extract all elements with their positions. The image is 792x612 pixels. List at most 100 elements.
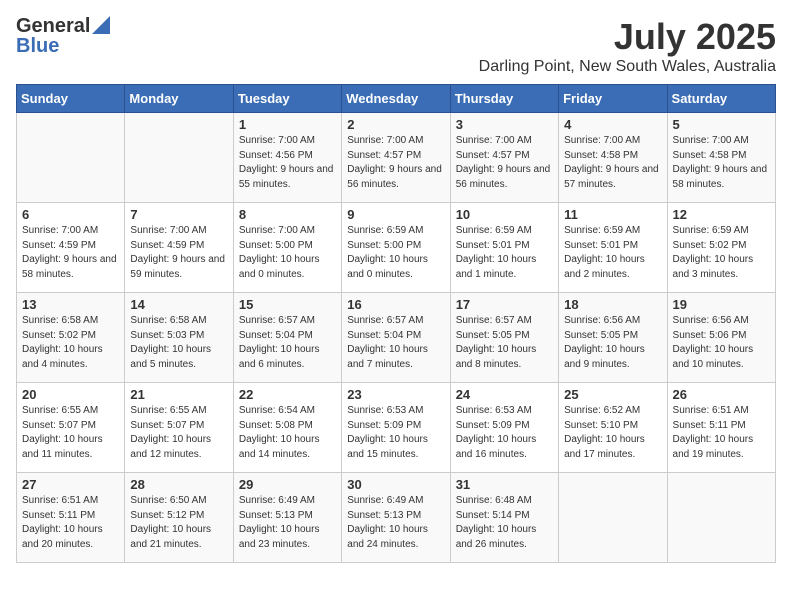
day-number: 27 [22,477,119,492]
location: Darling Point, New South Wales, Australi… [479,58,776,76]
day-info: Sunrise: 7:00 AM Sunset: 4:56 PM Dayligh… [239,134,336,192]
calendar-cell: 21Sunrise: 6:55 AM Sunset: 5:07 PM Dayli… [125,383,233,473]
day-info: Sunrise: 7:00 AM Sunset: 4:58 PM Dayligh… [564,134,661,192]
calendar-week-row: 1 Sunrise: 7:00 AM Sunset: 4:56 PM Daylig… [17,113,776,203]
day-info: Sunrise: 6:54 AM Sunset: 5:08 PM Dayligh… [239,404,336,462]
calendar-cell: 18 Sunrise: 6:56 AM Sunset: 5:05 PM Dayli… [559,293,667,383]
day-info: Sunrise: 6:55 AM Sunset: 5:07 PM Dayligh… [22,404,119,462]
day-info: Sunrise: 6:48 AM Sunset: 5:14 PM Dayligh… [456,494,553,552]
logo-blue-text: Blue [16,35,59,57]
calendar-table: SundayMondayTuesdayWednesdayThursdayFrid… [16,84,776,563]
day-number: 15 [239,297,336,312]
calendar-cell: 31 Sunrise: 6:48 AM Sunset: 5:14 PM Dayli… [450,473,558,563]
calendar-cell [559,473,667,563]
day-number: 25 [564,387,661,402]
calendar-cell: 16Sunrise: 6:57 AM Sunset: 5:04 PM Dayli… [342,293,450,383]
logo-general-text: General [16,16,90,36]
calendar-cell: 13 Sunrise: 6:58 AM Sunset: 5:02 PM Dayli… [17,293,125,383]
day-info: Sunrise: 6:56 AM Sunset: 5:05 PM Dayligh… [564,314,661,372]
logo-icon [92,16,110,34]
column-header-wednesday: Wednesday [342,85,450,113]
calendar-cell: 15 Sunrise: 6:57 AM Sunset: 5:04 PM Dayli… [233,293,341,383]
day-number: 12 [673,207,770,222]
day-number: 31 [456,477,553,492]
day-info: Sunrise: 6:57 AM Sunset: 5:04 PM Dayligh… [239,314,336,372]
day-number: 10 [456,207,553,222]
day-number: 23 [347,387,444,402]
day-number: 1 [239,117,336,132]
calendar-cell: 2 Sunrise: 7:00 AM Sunset: 4:57 PM Daylig… [342,113,450,203]
calendar-cell: 24 Sunrise: 6:53 AM Sunset: 5:09 PM Dayli… [450,383,558,473]
calendar-cell: 19 Sunrise: 6:56 AM Sunset: 5:06 PM Dayli… [667,293,775,383]
page-header: General Blue July 2025 Darling Point, Ne… [16,16,776,76]
calendar-week-row: 13 Sunrise: 6:58 AM Sunset: 5:02 PM Dayli… [17,293,776,383]
column-header-saturday: Saturday [667,85,775,113]
day-info: Sunrise: 7:00 AM Sunset: 4:59 PM Dayligh… [130,224,227,282]
day-info: Sunrise: 6:56 AM Sunset: 5:06 PM Dayligh… [673,314,770,372]
calendar-cell: 27 Sunrise: 6:51 AM Sunset: 5:11 PM Dayli… [17,473,125,563]
calendar-cell: 4 Sunrise: 7:00 AM Sunset: 4:58 PM Daylig… [559,113,667,203]
day-number: 14 [130,297,227,312]
calendar-cell: 10 Sunrise: 6:59 AM Sunset: 5:01 PM Dayli… [450,203,558,293]
calendar-cell: 6 Sunrise: 7:00 AM Sunset: 4:59 PM Daylig… [17,203,125,293]
calendar-header-row: SundayMondayTuesdayWednesdayThursdayFrid… [17,85,776,113]
day-info: Sunrise: 6:59 AM Sunset: 5:01 PM Dayligh… [456,224,553,282]
day-number: 18 [564,297,661,312]
calendar-cell: 23 Sunrise: 6:53 AM Sunset: 5:09 PM Dayli… [342,383,450,473]
day-info: Sunrise: 6:59 AM Sunset: 5:01 PM Dayligh… [564,224,661,282]
day-number: 30 [347,477,444,492]
calendar-week-row: 20 Sunrise: 6:55 AM Sunset: 5:07 PM Dayli… [17,383,776,473]
calendar-cell: 20 Sunrise: 6:55 AM Sunset: 5:07 PM Dayli… [17,383,125,473]
column-header-friday: Friday [559,85,667,113]
day-info: Sunrise: 6:58 AM Sunset: 5:02 PM Dayligh… [22,314,119,372]
day-number: 19 [673,297,770,312]
calendar-week-row: 6 Sunrise: 7:00 AM Sunset: 4:59 PM Daylig… [17,203,776,293]
day-info: Sunrise: 6:50 AM Sunset: 5:12 PM Dayligh… [130,494,227,552]
day-number: 20 [22,387,119,402]
day-number: 3 [456,117,553,132]
day-info: Sunrise: 6:51 AM Sunset: 5:11 PM Dayligh… [673,404,770,462]
day-info: Sunrise: 6:59 AM Sunset: 5:02 PM Dayligh… [673,224,770,282]
calendar-cell: 14 Sunrise: 6:58 AM Sunset: 5:03 PM Dayli… [125,293,233,383]
column-header-tuesday: Tuesday [233,85,341,113]
day-number: 13 [22,297,119,312]
title-block: July 2025 Darling Point, New South Wales… [479,16,776,76]
day-number: 21 [130,387,227,402]
day-info: Sunrise: 6:53 AM Sunset: 5:09 PM Dayligh… [347,404,444,462]
day-number: 24 [456,387,553,402]
day-number: 11 [564,207,661,222]
day-info: Sunrise: 6:52 AM Sunset: 5:10 PM Dayligh… [564,404,661,462]
day-number: 6 [22,207,119,222]
day-number: 16 [347,297,444,312]
day-number: 5 [673,117,770,132]
calendar-cell: 11 Sunrise: 6:59 AM Sunset: 5:01 PM Dayli… [559,203,667,293]
logo: General Blue [16,16,110,56]
calendar-cell: 7Sunrise: 7:00 AM Sunset: 4:59 PM Daylig… [125,203,233,293]
day-info: Sunrise: 7:00 AM Sunset: 4:57 PM Dayligh… [347,134,444,192]
day-number: 26 [673,387,770,402]
column-header-sunday: Sunday [17,85,125,113]
day-info: Sunrise: 6:58 AM Sunset: 5:03 PM Dayligh… [130,314,227,372]
day-number: 4 [564,117,661,132]
calendar-cell: 1 Sunrise: 7:00 AM Sunset: 4:56 PM Daylig… [233,113,341,203]
month-year: July 2025 [479,16,776,58]
day-info: Sunrise: 6:51 AM Sunset: 5:11 PM Dayligh… [22,494,119,552]
day-number: 17 [456,297,553,312]
day-info: Sunrise: 7:00 AM Sunset: 5:00 PM Dayligh… [239,224,336,282]
day-number: 29 [239,477,336,492]
calendar-cell: 28Sunrise: 6:50 AM Sunset: 5:12 PM Dayli… [125,473,233,563]
calendar-cell [125,113,233,203]
calendar-cell: 25 Sunrise: 6:52 AM Sunset: 5:10 PM Dayli… [559,383,667,473]
day-number: 2 [347,117,444,132]
day-number: 9 [347,207,444,222]
calendar-cell: 26 Sunrise: 6:51 AM Sunset: 5:11 PM Dayli… [667,383,775,473]
day-info: Sunrise: 6:49 AM Sunset: 5:13 PM Dayligh… [347,494,444,552]
day-info: Sunrise: 7:00 AM Sunset: 4:59 PM Dayligh… [22,224,119,282]
day-info: Sunrise: 6:57 AM Sunset: 5:05 PM Dayligh… [456,314,553,372]
calendar-cell: 12 Sunrise: 6:59 AM Sunset: 5:02 PM Dayli… [667,203,775,293]
day-info: Sunrise: 6:59 AM Sunset: 5:00 PM Dayligh… [347,224,444,282]
day-info: Sunrise: 7:00 AM Sunset: 4:57 PM Dayligh… [456,134,553,192]
day-info: Sunrise: 6:53 AM Sunset: 5:09 PM Dayligh… [456,404,553,462]
calendar-cell: 29Sunrise: 6:49 AM Sunset: 5:13 PM Dayli… [233,473,341,563]
calendar-cell: 9 Sunrise: 6:59 AM Sunset: 5:00 PM Daylig… [342,203,450,293]
